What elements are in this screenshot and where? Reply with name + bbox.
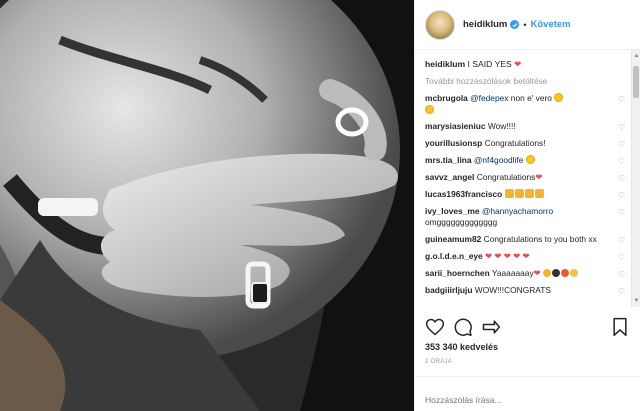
red-heart-emoji-icon: ❤ xyxy=(533,268,541,279)
like-comment-heart-icon[interactable]: ♡ xyxy=(618,173,625,185)
comment-item: lucas1963francisco ♡ xyxy=(425,188,627,202)
comment-text: Yaaaaaaay xyxy=(491,268,534,279)
comment-username[interactable]: sarii_hoernchen xyxy=(425,268,490,278)
comment-icon[interactable] xyxy=(453,317,473,337)
praying-emoji-icon xyxy=(504,188,514,198)
add-comment-section xyxy=(415,376,640,411)
verified-badge-icon xyxy=(510,20,520,29)
comment-item: yourillusionsp Congratulations! ♡ xyxy=(425,138,627,150)
like-comment-heart-icon[interactable]: ♡ xyxy=(618,207,625,219)
comment-text: Wow!!!! xyxy=(487,121,516,132)
comment-username[interactable]: g.o.l.d.e.n_eye xyxy=(425,251,483,261)
like-comment-heart-icon[interactable]: ♡ xyxy=(618,235,625,247)
like-comment-heart-icon[interactable]: ♡ xyxy=(618,139,625,151)
caption-text: I SAID YES xyxy=(467,59,512,69)
action-bar xyxy=(425,316,630,338)
praying-emoji-icon xyxy=(534,188,544,198)
like-comment-heart-icon[interactable]: ♡ xyxy=(618,156,625,168)
post-header: heidiklum • Követem xyxy=(415,0,640,50)
red-heart-emoji-icon: ❤ ❤ ❤ ❤ ❤ xyxy=(485,251,530,262)
like-comment-heart-icon[interactable]: ♡ xyxy=(618,252,625,264)
comment-item: savvz_angel Congratulations❤ ♡ xyxy=(425,172,627,184)
like-comment-heart-icon[interactable]: ♡ xyxy=(618,190,625,202)
comment-item: guineamum82 Congratulations to you both … xyxy=(425,234,627,246)
comment-item: mrs.tia_lina @nf4goodlife ♡ xyxy=(425,155,627,167)
post-photo[interactable] xyxy=(0,0,414,411)
laughing-emoji-icon xyxy=(525,155,535,165)
comment-username[interactable]: badgiiirljuju xyxy=(425,285,472,295)
comment-item: badgiiirljuju WOW!!!CONGRATS ♡ xyxy=(425,285,627,297)
comments-scrollbar[interactable]: ▲ ▼ xyxy=(631,50,640,307)
comment-text: Congratulations xyxy=(476,172,536,183)
load-more-comments-link[interactable]: További hozzászólások betöltése xyxy=(425,76,627,86)
comment-mention[interactable]: @hannyachamorro xyxy=(482,206,553,216)
thumbs-up-emoji-icon xyxy=(570,269,579,278)
comment-text: non e' vero xyxy=(508,93,555,103)
comment-text: omggggggggggggg xyxy=(425,217,498,228)
scroll-down-arrow-icon[interactable]: ▼ xyxy=(633,297,640,305)
post-sidebar: heidiklum • Követem heidiklum I SAID YES… xyxy=(414,0,640,411)
laughing-emoji-icon xyxy=(554,93,564,102)
comment-text: Congratulations! xyxy=(484,138,546,149)
red-heart-emoji-icon: ❤ xyxy=(514,59,522,69)
comment-mention[interactable]: @fedepex xyxy=(470,93,508,103)
praying-emoji-icon xyxy=(524,188,534,198)
emoji-icon xyxy=(552,269,561,278)
like-comment-heart-icon[interactable]: ♡ xyxy=(618,122,625,134)
comment-username[interactable]: mrs.tia_lina xyxy=(425,155,472,165)
like-comment-heart-icon[interactable]: ♡ xyxy=(618,286,625,298)
comment-username[interactable]: savvz_angel xyxy=(425,172,474,182)
post-caption: heidiklum I SAID YES ❤ xyxy=(425,58,627,70)
comment-username[interactable]: marysiasieniuc xyxy=(425,121,486,131)
comment-username[interactable]: lucas1963francisco xyxy=(425,189,502,199)
emoji-icon xyxy=(543,269,552,278)
likes-count[interactable]: 353 340 kedvelés xyxy=(425,342,498,352)
comment-input[interactable] xyxy=(425,395,631,405)
caption-username[interactable]: heidiklum xyxy=(425,59,465,69)
post-timestamp: 2 ÓRÁJA xyxy=(425,359,453,365)
red-heart-emoji-icon: ❤ xyxy=(535,172,543,183)
comment-item: ivy_loves_me @hannyachamorro omggggggggg… xyxy=(425,206,627,229)
photo-illustration xyxy=(0,0,414,411)
comment-mention[interactable]: @nf4goodlife xyxy=(474,155,523,165)
praying-emoji-icon xyxy=(514,188,524,198)
like-comment-heart-icon[interactable]: ♡ xyxy=(618,269,625,281)
share-icon[interactable] xyxy=(481,317,501,337)
scroll-up-arrow-icon[interactable]: ▲ xyxy=(633,52,640,60)
comment-text: WOW!!!CONGRATS xyxy=(474,284,551,295)
laughing-emoji-icon xyxy=(425,104,434,114)
scroll-thumb[interactable] xyxy=(633,66,639,98)
comment-username[interactable]: mcbrugola xyxy=(425,93,468,103)
avatar[interactable] xyxy=(425,9,455,40)
bookmark-icon[interactable] xyxy=(610,317,630,337)
comment-username[interactable]: yourillusionsp xyxy=(425,138,482,148)
comment-username[interactable]: guineamum82 xyxy=(425,234,481,244)
emoji-icon xyxy=(561,269,570,278)
comments-list: heidiklum I SAID YES ❤ További hozzászól… xyxy=(415,50,640,307)
comment-text: Congratulations to you both xx xyxy=(483,234,597,245)
separator-dot: • xyxy=(523,19,527,30)
like-comment-heart-icon[interactable]: ♡ xyxy=(618,94,625,106)
heart-icon[interactable] xyxy=(425,317,445,337)
comment-item: sarii_hoernchen Yaaaaaaay❤ ♡ xyxy=(425,268,627,280)
comment-username[interactable]: ivy_loves_me xyxy=(425,206,479,216)
follow-button[interactable]: Követem xyxy=(531,19,571,30)
comment-item: mcbrugola @fedepex non e' vero ♡ xyxy=(425,93,627,116)
comment-item: g.o.l.d.e.n_eye ❤ ❤ ❤ ❤ ❤ ♡ xyxy=(425,251,627,263)
username-link[interactable]: heidiklum xyxy=(463,19,507,30)
comment-item: marysiasieniuc Wow!!!! ♡ xyxy=(425,121,627,133)
